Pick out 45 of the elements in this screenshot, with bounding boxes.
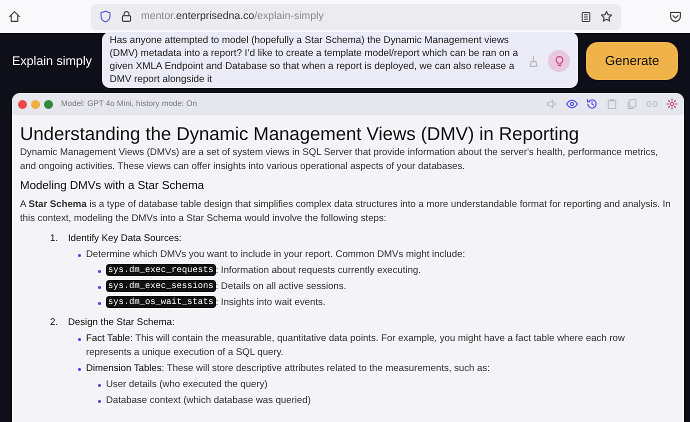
label-text: Explain simply: [12, 52, 93, 70]
list-item-text: : Information about requests currently executing.: [216, 264, 421, 278]
list-item-text: Fact Table: This will contain the measurable, quantitative data points. For example, you might have a fact table where each row represents a unique execution of a SQL query.: [86, 332, 626, 360]
list-item-text: Dimension Tables: These will store descriptive attributes related to the measurements, such as:: [86, 362, 490, 376]
bullet-icon: [98, 270, 101, 273]
lightbulb-icon: [552, 54, 566, 68]
pocket-icon[interactable]: [669, 10, 682, 23]
reader-icon[interactable]: [580, 10, 592, 22]
shield-icon: [99, 10, 112, 23]
query-text[interactable]: Has anyone attempted to model (hopefully a Star Schema) the Dynamic Management views (DMV) metadata into a report? I’d like to create a template model/report which can be ran on a given XMLA Endpoint and Database so that when a report is deployed, we can also release a DMV report alongside it: [110, 34, 528, 88]
bullet-icon: [98, 286, 101, 289]
generate-button[interactable]: Generate: [586, 42, 678, 80]
eye-icon[interactable]: [566, 98, 578, 110]
code-snippet: sys.dm_exec_sessions: [106, 280, 216, 292]
list-item-text: : Details on all active sessions.: [216, 280, 346, 294]
code-snippet: sys.dm_exec_requests: [106, 264, 216, 276]
intro-paragraph: Dynamic Management Views (DMVs) are a set of system views in SQL Server that provide information about the server's health, performance metrics, and ongoing activities. These views can offer insights into various operational aspects of your databases.: [20, 146, 659, 174]
bullet-icon: [78, 254, 81, 257]
bullet-icon: [78, 368, 81, 371]
lightbulb-button[interactable]: [548, 50, 570, 72]
list-item-text: Database context (which database was queried): [106, 394, 311, 408]
step-title: Design the Star Schema:: [68, 316, 175, 330]
body-paragraph: A Star Schema is a type of database table design that simplifies complex data structures into a more understandable format for reporting and analysis. In this context, modeling the DMVs into a Star Schema would involve the following steps:: [20, 198, 672, 226]
clipboard-icon[interactable]: [606, 98, 618, 110]
step-title: Identify Key Data Sources:: [68, 232, 182, 246]
list-item-text: Determine which DMVs you want to include in your report. Common DMVs might include:: [86, 248, 466, 262]
query-field[interactable]: [102, 32, 578, 88]
section-heading: Modeling DMVs with a Star Schema: [20, 179, 206, 193]
status-text: Model: GPT 4o Mini, history mode: On: [61, 98, 197, 110]
maximize-button[interactable]: [44, 100, 53, 108]
bullet-icon: [98, 400, 101, 403]
star-icon[interactable]: [600, 10, 613, 23]
close-button[interactable]: [18, 100, 27, 108]
lock-icon: [120, 10, 133, 23]
history-icon[interactable]: [586, 98, 598, 110]
home-icon[interactable]: [8, 10, 21, 23]
list-item-text: User details (who executed the query): [106, 378, 268, 392]
bullet-icon: [98, 384, 101, 387]
step-number: 1.: [50, 232, 60, 246]
code-snippet: sys.dm_os_wait_stats: [106, 296, 216, 308]
bullet-icon: [78, 338, 81, 341]
step-number: 2.: [50, 316, 60, 330]
list-item-text: : Insights into wait events.: [216, 296, 326, 310]
settings-icon[interactable]: [666, 98, 678, 110]
bullet-icon: [98, 302, 101, 305]
